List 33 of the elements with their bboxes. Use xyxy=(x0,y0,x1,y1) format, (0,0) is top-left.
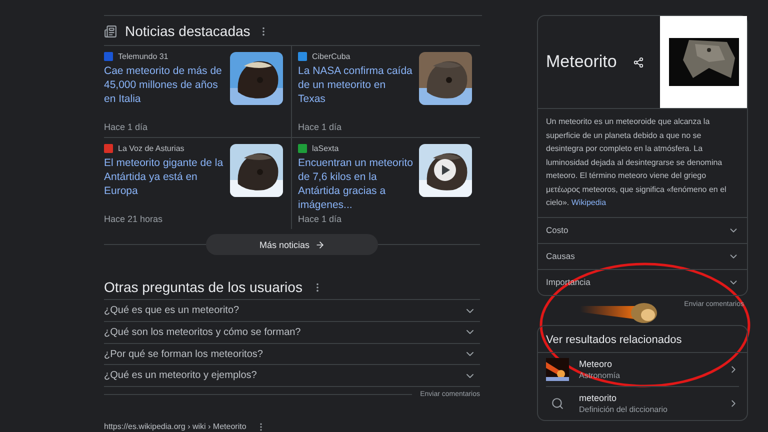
news-source: La Voz de Asturias xyxy=(118,144,184,154)
news-source: laSexta xyxy=(312,144,339,154)
related-subtitle: Definición del diccionario xyxy=(579,404,668,414)
section-title: Otras preguntas de los usuarios xyxy=(104,279,302,296)
section-label[interactable]: Costo xyxy=(546,225,568,235)
news-icon xyxy=(104,24,117,38)
news-source: CiberCuba xyxy=(312,52,350,62)
news-time: Hace 1 día xyxy=(298,122,343,132)
news-headline[interactable]: La NASA confirma caída de un meteorito en Texas xyxy=(298,64,413,106)
section-label[interactable]: Causas xyxy=(546,251,575,261)
more-news-button[interactable]: Más noticias xyxy=(206,234,378,256)
news-headline[interactable]: Cae meteorito de más de 45,000 millones de años en Italia xyxy=(104,64,224,106)
question-text[interactable]: ¿Por qué se forman los meteoritos? xyxy=(104,348,263,360)
question-text[interactable]: ¿Qué es que es un meteorito? xyxy=(104,305,240,316)
wikipedia-link[interactable]: Wikipedia xyxy=(571,198,606,207)
section-title: Noticias destacadas xyxy=(125,23,250,40)
news-time: Hace 1 día xyxy=(104,122,149,132)
arrow-icon xyxy=(314,240,325,250)
news-time: Hace 21 horas xyxy=(104,214,164,224)
news-time: Hace 1 día xyxy=(298,214,343,224)
news-headline[interactable]: Encuentran un meteorito de 7,6 kilos en la Antártida gracias a imágenes... xyxy=(298,156,413,212)
news-headline[interactable]: El meteorito gigante de la Antártida ya está en Europa xyxy=(104,156,224,198)
panel-title: Meteorito xyxy=(546,52,617,72)
question-text[interactable]: ¿Qué son los meteoritos y cómo se forman? xyxy=(104,326,301,338)
share-icon[interactable] xyxy=(632,56,644,68)
search-icon xyxy=(551,396,564,410)
news-source: Telemundo 31 xyxy=(118,52,168,62)
related-title: Ver resultados relacionados xyxy=(538,326,747,352)
related-title-text[interactable]: Meteoro xyxy=(579,358,718,368)
question-text[interactable]: ¿Qué es un meteorito y ejemplos? xyxy=(104,370,257,382)
related-title-text[interactable]: meteorito xyxy=(579,392,718,402)
description-text: Un meteorito es un meteoroide que alcanza la superficie de un planeta debido a que no se desintegra por completo en la atmósfera. La luminosidad dejada al desintegrarse se denomina meteoro. El término meteoro viene del griego μετέωρος meteoros, que significa «fenómeno en el cielo». Wikipedia xyxy=(538,109,747,218)
result-url[interactable]: https://es.wikipedia.org › wiki › Meteorito xyxy=(104,422,246,432)
